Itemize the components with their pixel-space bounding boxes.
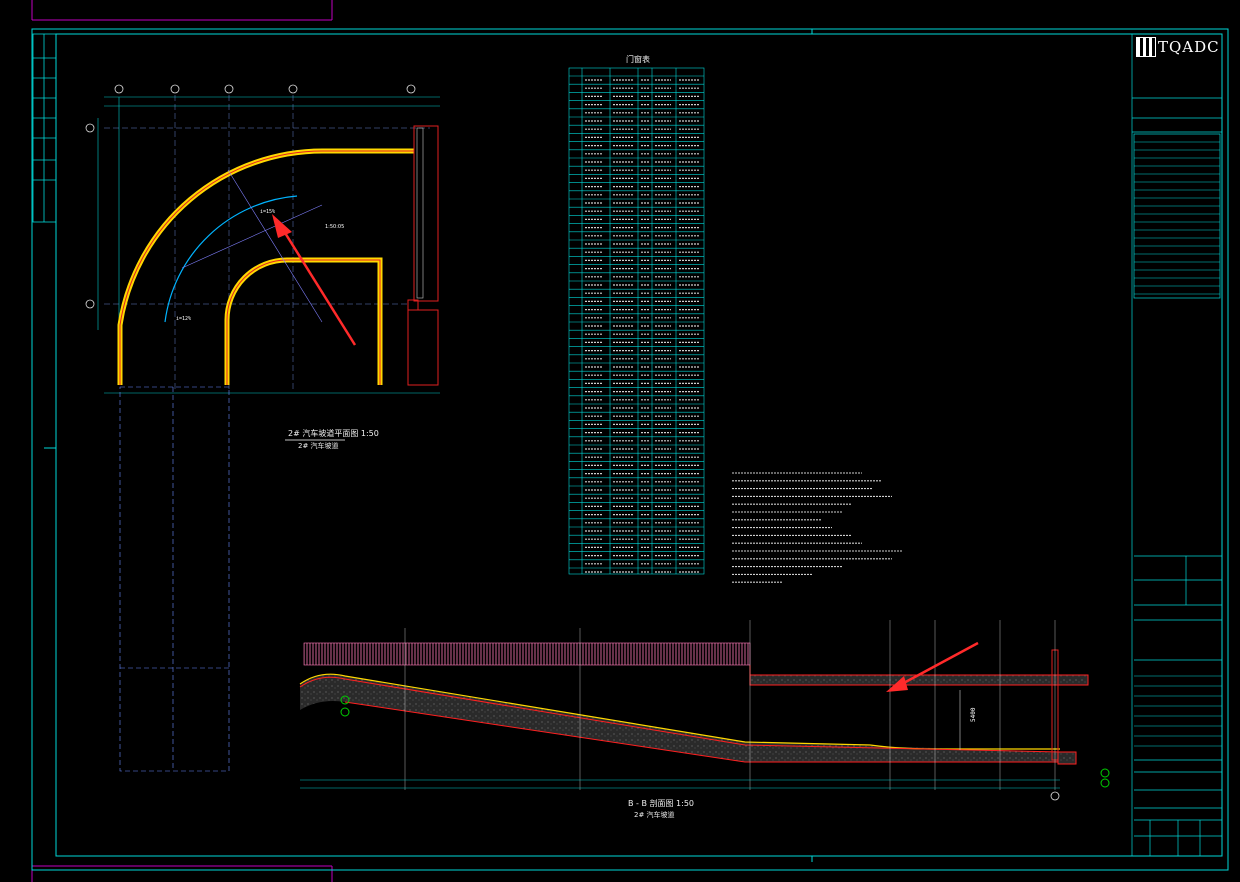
- inner-curved-wall: [224, 257, 383, 385]
- cad-drawing-canvas[interactable]: 1:50:05 i=12% i=15% 5400: [0, 0, 1240, 882]
- plan-view-subtitle: 2# 汽车坡道: [298, 442, 339, 450]
- design-notes: [732, 472, 902, 583]
- outer-curved-wall: [117, 148, 414, 385]
- railing-hatch: [303, 642, 751, 666]
- viewport-border: [31, 0, 333, 882]
- company-logo: TQADC: [1158, 38, 1220, 56]
- section-view-subtitle: 2# 汽车坡道: [634, 811, 675, 819]
- plan-view-title: 2# 汽车坡道平面图 1:50: [288, 429, 379, 438]
- svg-text:i=12%: i=12%: [176, 316, 191, 322]
- door-schedule-table[interactable]: [568, 67, 705, 575]
- section-view-title: B - B 剖面图 1:50: [628, 799, 694, 808]
- svg-text:1:50:05: 1:50:05: [325, 224, 344, 230]
- lower-ramp-channel: [119, 386, 230, 772]
- ramp-section-view[interactable]: 5400: [299, 620, 1110, 801]
- svg-text:5400: 5400: [970, 707, 977, 722]
- svg-text:i=15%: i=15%: [260, 209, 275, 215]
- door-schedule-title: 门窗表: [626, 55, 650, 64]
- ramp-plan-view[interactable]: 1:50:05 i=12% i=15%: [85, 84, 440, 772]
- left-signoff-strip: [32, 33, 57, 223]
- title-block[interactable]: [1131, 33, 1223, 857]
- annotation-arrow-plan: [272, 214, 357, 346]
- company-logo-icon: [1136, 37, 1156, 57]
- title-block-rows: [1134, 141, 1222, 747]
- upper-floor-slab: [749, 674, 1089, 686]
